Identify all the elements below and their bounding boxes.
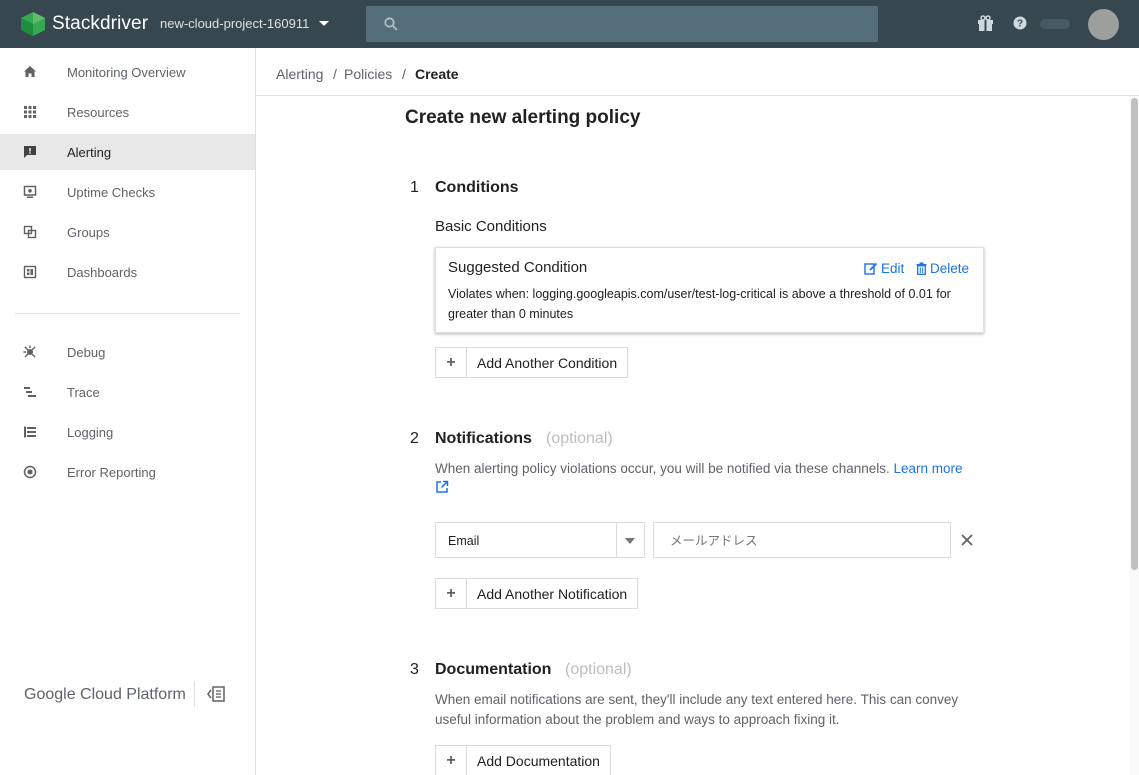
avatar[interactable] [1088,9,1119,40]
google-cloud-platform-logo: Google Cloud Platform [24,686,186,703]
home-icon [24,66,36,77]
monitor-icon [23,185,37,198]
email-address-field[interactable] [653,522,951,558]
error-reporting-icon [23,465,37,479]
learn-more-link[interactable]: Learn more [894,461,963,476]
svg-text:?: ? [1017,19,1023,30]
sidebar-item-label: Trace [67,384,100,400]
conditions-heading: Conditions [435,179,519,196]
sidebar-item-label: Dashboards [67,264,138,280]
debug-icon [23,345,36,358]
app-name: Stackdriver [52,13,149,34]
delete-label: Delete [930,261,970,276]
chevron-down-icon [319,21,330,26]
sidebar-item-debug[interactable]: Debug [0,334,255,370]
notifications-optional-tag: (optional) [546,430,613,447]
breadcrumb-policies[interactable]: Policies [344,66,392,82]
sidebar-item-uptime-checks[interactable]: Uptime Checks [0,174,255,210]
select-divider [616,523,617,557]
notification-channel-select[interactable]: Email [435,522,645,558]
edit-icon [864,262,878,275]
sidebar-item-label: Resources [67,104,130,120]
breadcrumb-separator: / [333,66,337,82]
sidebar-item-dashboards[interactable]: Dashboards [0,254,255,290]
external-link-icon[interactable] [435,480,449,494]
sidebar-item-trace[interactable]: Trace [0,374,255,410]
trash-icon [916,262,927,275]
documentation-step-number: 3 [410,661,419,678]
logging-icon [24,426,36,438]
plus-icon: + [436,746,467,775]
basic-conditions-heading: Basic Conditions [435,218,547,235]
project-selector[interactable]: new-cloud-project-160911 [160,16,330,31]
search-bar[interactable] [366,6,878,42]
alert-icon [24,146,36,158]
plus-icon: + [436,579,467,608]
breadcrumb-create: Create [415,66,459,82]
trace-icon [24,387,36,397]
sidebar-item-alerting[interactable]: Alerting [0,134,255,170]
documentation-description: When email notifications are sent, they'… [435,692,959,727]
collapse-sidebar-icon[interactable] [207,686,225,702]
add-documentation-button[interactable]: + Add Documentation [435,745,611,775]
sidebar-divider [15,313,240,314]
edit-label: Edit [881,261,905,276]
sidebar-item-error-reporting[interactable]: Error Reporting [0,454,255,490]
sidebar-item-label: Monitoring Overview [67,64,186,80]
sidebar-item-label: Logging [67,424,114,440]
project-name: new-cloud-project-160911 [160,16,310,31]
scrollbar-thumb[interactable] [1131,98,1138,570]
notifications-step-number: 2 [410,430,419,447]
sidebar-item-resources[interactable]: Resources [0,94,255,130]
notification-channel-value: Email [448,534,480,548]
add-notification-label: Add Another Notification [477,585,628,602]
delete-condition-button[interactable]: Delete [916,261,969,276]
page-title: Create new alerting policy [405,107,641,128]
stackdriver-logo[interactable]: Stackdriver [20,12,148,36]
sidebar-item-label: Uptime Checks [67,184,156,200]
add-another-notification-button[interactable]: + Add Another Notification [435,578,639,609]
sidebar: Monitoring Overview Resources Alerting U… [0,48,256,775]
sidebar-item-groups[interactable]: Groups [0,214,255,250]
condition-description: Violates when: logging.googleapis.com/us… [448,287,951,321]
add-condition-label: Add Another Condition [477,354,618,371]
sidebar-item-label: Error Reporting [67,464,156,480]
search-icon [384,17,398,31]
chevron-down-icon [625,538,635,544]
sidebar-item-label: Alerting [67,144,112,160]
edit-condition-button[interactable]: Edit [864,261,904,276]
documentation-heading: Documentation [435,661,552,678]
notifications-description: When alerting policy violations occur, y… [435,459,990,479]
suggested-condition-card: Suggested Condition Edit Delete Violates… [435,247,984,333]
add-another-condition-button[interactable]: + Add Another Condition [435,347,629,378]
dashboard-icon [23,265,37,279]
top-bar: Stackdriver new-cloud-project-160911 ? [0,0,1139,48]
breadcrumb: Alerting / Policies / Create [256,48,1139,96]
documentation-optional-tag: (optional) [565,661,632,678]
plus-icon: + [436,348,467,377]
sidebar-item-label: Debug [67,344,106,360]
gift-icon[interactable] [977,15,994,32]
help-icon[interactable]: ? [1013,16,1027,30]
close-icon[interactable] [960,533,974,547]
groups-icon [23,225,37,239]
stackdriver-logo-icon [20,12,46,36]
sidebar-item-logging[interactable]: Logging [0,414,255,450]
add-documentation-label: Add Documentation [477,752,600,769]
notifications-icon[interactable] [1040,19,1070,29]
sidebar-item-monitoring-overview[interactable]: Monitoring Overview [0,54,255,90]
breadcrumb-separator: / [402,66,406,82]
condition-title: Suggested Condition [448,259,588,276]
grid-icon [24,106,36,118]
sidebar-item-label: Groups [67,224,110,240]
notifications-heading: Notifications [435,430,532,447]
conditions-step-number: 1 [410,179,419,196]
footer-separator [194,681,195,707]
breadcrumb-alerting[interactable]: Alerting [276,66,323,82]
notifications-description-text: When alerting policy violations occur, y… [435,461,890,476]
